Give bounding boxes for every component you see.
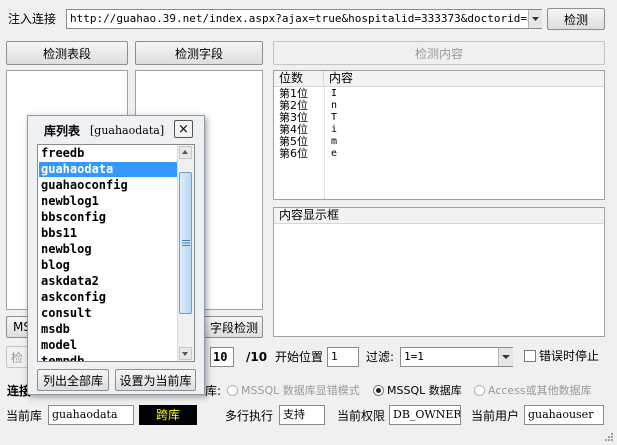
database-list-item[interactable]: blog	[39, 258, 177, 273]
detect-button[interactable]: 检测	[547, 8, 605, 30]
count-total: /10	[246, 350, 268, 364]
multi-exec-label: 多行执行	[225, 409, 274, 423]
mssql-error-mode-label: MSSQL 数据库显错模式	[241, 384, 360, 397]
detect-tables-button[interactable]: 检测表段	[6, 41, 128, 65]
arrow-up-icon	[182, 150, 188, 154]
start-position-label: 开始位置	[275, 350, 324, 364]
listbox-scrollbar[interactable]	[177, 145, 194, 361]
table-row[interactable]: 第5位 m	[274, 135, 604, 148]
filter-select[interactable]: 1=1	[400, 347, 513, 367]
stop-on-error-label: 错误时停止	[539, 349, 600, 363]
url-input[interactable]: http://guahao.39.net/index.aspx?ajax=tru…	[66, 9, 542, 29]
scroll-up-button[interactable]	[179, 146, 192, 159]
database-list-item[interactable]: msdb	[39, 322, 177, 337]
stop-on-error-checkbox[interactable]	[524, 350, 536, 362]
row-value: I	[331, 88, 338, 99]
resize-grip-icon[interactable]	[603, 431, 615, 443]
table-row[interactable]: 第1位 I	[274, 87, 604, 100]
dialog-current-db: [guahaodata]	[90, 124, 165, 137]
current-user-field[interactable]: guahaouser	[524, 405, 604, 425]
row-value: e	[331, 148, 338, 159]
content-display-header: 内容显示框	[274, 208, 604, 224]
chevron-down-icon	[532, 17, 539, 21]
database-list-item[interactable]: askconfig	[39, 290, 177, 305]
database-list-item[interactable]: tempdb	[39, 354, 177, 361]
mssql-label: MSSQL 数据库	[387, 384, 462, 397]
row-value: T	[331, 112, 338, 123]
database-list-item[interactable]: newblog1	[39, 194, 177, 209]
set-current-database-button[interactable]: 设置为当前库	[115, 369, 196, 391]
mssql-error-mode-radio[interactable]	[227, 385, 238, 396]
cross-db-indicator[interactable]: 跨库	[139, 405, 197, 425]
db-label: 库:	[205, 384, 222, 398]
content-display[interactable]: 内容显示框	[273, 207, 605, 337]
database-list-item[interactable]: guahaodata	[39, 162, 177, 177]
scroll-down-button[interactable]	[179, 347, 192, 360]
current-db-field[interactable]: guahaodata	[48, 405, 134, 425]
database-list-item[interactable]: consult	[39, 306, 177, 321]
database-listbox[interactable]: freedb guahaodata guahaoconfig newblog1 bbsc…	[37, 144, 195, 362]
inject-label: 注入连接	[8, 12, 57, 26]
mssql-radio[interactable]	[373, 385, 384, 396]
table-row[interactable]: 第4位 i	[274, 123, 604, 136]
detect-fields-button[interactable]: 检测字段	[135, 41, 263, 65]
list-all-databases-button[interactable]: 列出全部库	[37, 369, 109, 391]
grip-icon	[182, 240, 190, 246]
permission-field[interactable]: DB_OWNER	[389, 405, 461, 425]
detect-content-button[interactable]: 检测内容	[273, 41, 605, 65]
close-button[interactable]: ×	[174, 120, 193, 138]
arrow-down-icon	[182, 352, 188, 356]
table-row[interactable]: 第3位 T	[274, 111, 604, 124]
chevron-down-icon	[502, 355, 510, 359]
row-value: i	[331, 124, 338, 135]
url-dropdown[interactable]	[528, 10, 542, 28]
multi-exec-field[interactable]: 支持	[279, 405, 325, 425]
database-list-item[interactable]: newblog	[39, 242, 177, 257]
permission-label: 当前权限	[337, 409, 386, 423]
col-content-header[interactable]: 内容	[324, 71, 604, 87]
current-db-label: 当前库	[6, 409, 43, 423]
table-row[interactable]: 第2位 n	[274, 99, 604, 112]
access-radio[interactable]	[474, 385, 485, 396]
col-position-header[interactable]: 位数	[274, 71, 324, 87]
scroll-thumb[interactable]	[179, 172, 192, 314]
database-list-item[interactable]: askdata2	[39, 274, 177, 289]
count-input[interactable]: 10	[210, 347, 234, 367]
row-position: 第6位	[279, 147, 308, 160]
database-list-item[interactable]: bbsconfig	[39, 210, 177, 225]
database-list-item[interactable]: freedb	[39, 146, 177, 161]
row-value: m	[331, 136, 338, 147]
database-list-dialog: 库列表 [guahaodata] × freedb guahaodata guaha…	[27, 115, 205, 395]
row-value: n	[331, 100, 338, 111]
access-label: Access或其他数据库	[488, 384, 592, 397]
start-position-input[interactable]: 1	[327, 347, 359, 367]
filter-dropdown[interactable]	[498, 348, 513, 366]
filter-label: 过滤:	[366, 350, 395, 364]
database-list-item[interactable]: model	[39, 338, 177, 353]
results-table[interactable]: 位数 内容 第1位 I 第2位 n 第3位 T 第4位 i 第5位 m 第6位 e	[273, 70, 605, 200]
table-row[interactable]: 第6位 e	[274, 147, 604, 160]
database-list-item[interactable]: bbs11	[39, 226, 177, 241]
database-list-item[interactable]: guahaoconfig	[39, 178, 177, 193]
dialog-title: 库列表	[44, 124, 81, 138]
current-user-label: 当前用户	[471, 409, 520, 423]
